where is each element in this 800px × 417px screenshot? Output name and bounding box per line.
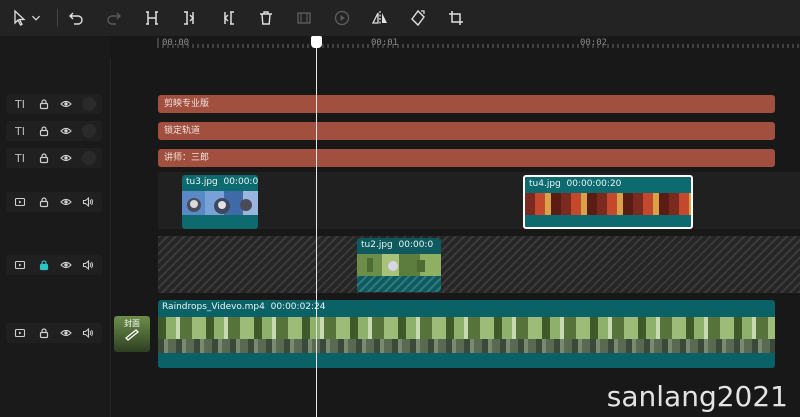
track-header-video-1 xyxy=(6,192,102,212)
speaker-icon[interactable] xyxy=(80,257,96,273)
track-header-text-2: TI xyxy=(6,121,102,141)
toolbar-divider xyxy=(57,9,58,27)
text-track-icon: TI xyxy=(15,97,25,111)
split-icon[interactable] xyxy=(140,6,164,30)
cover-thumbnail[interactable]: 封面 xyxy=(114,316,150,352)
track-header-panel: TI TI TI xyxy=(0,36,111,417)
track-placeholder xyxy=(82,151,96,165)
eye-icon[interactable] xyxy=(58,123,74,139)
track-header-text-3: TI xyxy=(6,148,102,168)
split-right-icon[interactable] xyxy=(216,6,240,30)
clip-tu3-label: tu3.jpg 00:00:0 xyxy=(186,177,258,187)
lock-icon[interactable] xyxy=(36,150,52,166)
clip-tu4-selected[interactable]: tu4.jpg 00:00:00:20 xyxy=(523,175,693,229)
watermark: sanlang2021 xyxy=(606,380,788,413)
ruler-label-1: 00:01 xyxy=(371,38,399,48)
track-placeholder xyxy=(82,97,96,111)
text-clip-1[interactable]: 剪映专业版 xyxy=(158,95,775,113)
text-track-icon: TI xyxy=(15,124,25,138)
text-clip-2[interactable]: 锁定轨道 xyxy=(158,122,775,140)
speaker-icon[interactable] xyxy=(80,194,96,210)
playhead-line[interactable] xyxy=(316,44,317,417)
clip-main[interactable]: Raindrops_Videvo.mp4 00:00:02:24 xyxy=(158,300,775,368)
eye-icon[interactable] xyxy=(58,96,74,112)
clip-tu3-thumbnails xyxy=(182,191,258,215)
text-track-icon: TI xyxy=(15,151,25,165)
clip-tu3[interactable]: tu3.jpg 00:00:0 xyxy=(182,175,258,229)
undo-icon[interactable] xyxy=(64,6,88,30)
track-header-main xyxy=(6,323,102,343)
ruler-label-2: 00:02 xyxy=(580,38,608,48)
lock-icon[interactable] xyxy=(36,123,52,139)
toolbar xyxy=(0,0,800,37)
video-track-icon xyxy=(12,257,28,273)
clip-tu4-thumbnails xyxy=(525,193,691,215)
play-circle-icon[interactable] xyxy=(330,6,354,30)
eye-icon[interactable] xyxy=(58,325,74,341)
clip-tu2-thumbnails xyxy=(357,254,441,276)
time-ruler[interactable]: 00:00 00:01 00:02 xyxy=(110,36,800,58)
clip-tu2-label: tu2.jpg 00:00:0 xyxy=(361,240,434,250)
track-header-text-1: TI xyxy=(6,94,102,114)
text-clip-3[interactable]: 讲师：三郎 xyxy=(158,149,775,167)
lock-icon-active[interactable] xyxy=(36,257,52,273)
rotate-icon[interactable] xyxy=(406,6,430,30)
chevron-down-icon[interactable] xyxy=(28,6,44,30)
speaker-icon[interactable] xyxy=(80,325,96,341)
redo-icon[interactable] xyxy=(102,6,126,30)
eye-icon[interactable] xyxy=(58,257,74,273)
locked-lane-hatch xyxy=(158,236,800,293)
lock-icon[interactable] xyxy=(36,96,52,112)
video-track-icon xyxy=(12,194,28,210)
mirror-icon[interactable] xyxy=(368,6,392,30)
clip-tu4-label: tu4.jpg 00:00:00:20 xyxy=(529,179,622,189)
clip-tu2[interactable]: tu2.jpg 00:00:0 xyxy=(357,238,441,292)
eye-icon[interactable] xyxy=(58,150,74,166)
track-placeholder xyxy=(82,124,96,138)
freeze-icon[interactable] xyxy=(292,6,316,30)
video-track-icon xyxy=(12,325,28,341)
lock-icon[interactable] xyxy=(36,325,52,341)
track-header-video-2 xyxy=(6,255,102,275)
clip-main-label: Raindrops_Videvo.mp4 00:00:02:24 xyxy=(162,302,326,312)
eye-icon[interactable] xyxy=(58,194,74,210)
ruler-ticks xyxy=(157,38,799,48)
clip-tu2-hatch xyxy=(357,276,441,292)
split-left-icon[interactable] xyxy=(178,6,202,30)
delete-icon[interactable] xyxy=(254,6,278,30)
ruler-label-0: 00:00 xyxy=(162,38,190,48)
timeline: 剪映专业版 锁定轨道 讲师：三郎 tu3.jpg 00:00:0 tu4.jpg… xyxy=(110,58,800,417)
clip-main-thumbnails xyxy=(158,317,775,353)
crop-icon[interactable] xyxy=(444,6,468,30)
lock-icon[interactable] xyxy=(36,194,52,210)
playhead-handle[interactable] xyxy=(311,36,322,48)
